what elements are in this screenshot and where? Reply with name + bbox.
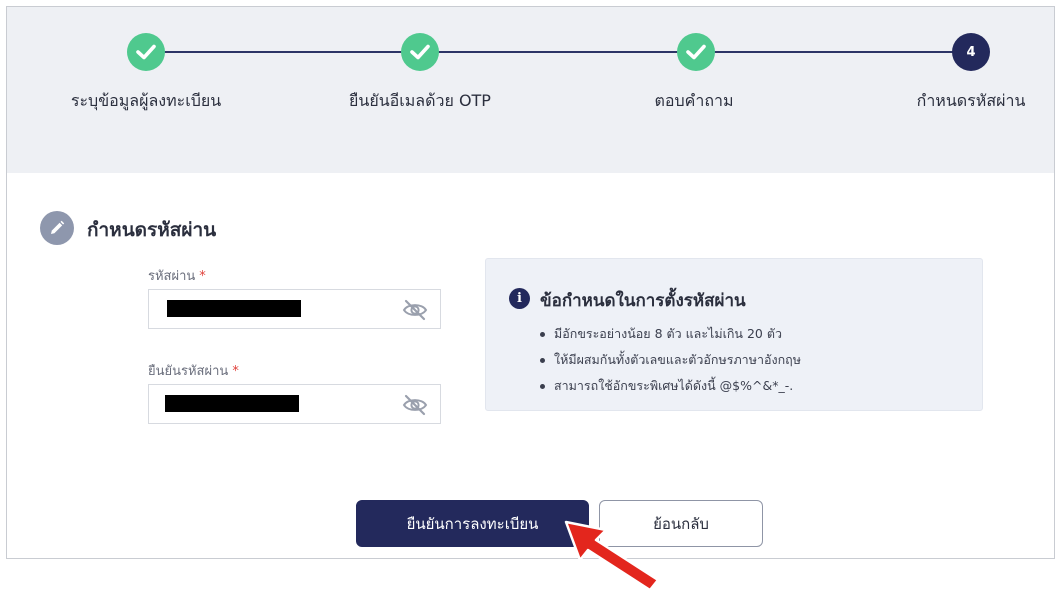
password-requirements-box: i ข้อกำหนดในการตั้งรหัสผ่าน มีอักขระอย่า…	[485, 258, 983, 411]
confirm-registration-button[interactable]: ยืนยันการลงทะเบียน	[356, 500, 589, 547]
step-4-number: 4	[952, 33, 990, 71]
eye-off-icon[interactable]	[402, 394, 428, 416]
eye-off-icon[interactable]	[402, 299, 428, 321]
password-label: รหัสผ่าน *	[148, 269, 206, 284]
step-2-check-icon	[401, 33, 439, 71]
confirm-password-label: ยืนยันรหัสผ่าน *	[148, 364, 239, 379]
section-title: กำหนดรหัสผ่าน	[87, 219, 217, 241]
info-icon: i	[509, 288, 530, 309]
step-3-check-icon	[677, 33, 715, 71]
step-connector	[697, 51, 973, 53]
requirement-item: สามารถใช้อักขระพิเศษได้ดังนี้ @$%^&*_-.	[540, 375, 801, 401]
redacted-value	[167, 300, 301, 317]
step-label-register-info: ระบุข้อมูลผู้ลงทะเบียน	[70, 91, 222, 110]
required-mark: *	[199, 269, 206, 284]
requirements-title: ข้อกำหนดในการตั้งรหัสผ่าน	[540, 291, 746, 311]
step-connector	[421, 51, 697, 53]
pencil-icon	[40, 211, 74, 245]
progress-stepper: 4 ระบุข้อมูลผู้ลงทะเบียน ยืนยันอีเมลด้วย…	[7, 7, 1054, 173]
requirement-item: มีอักขระอย่างน้อย 8 ตัว และไม่เกิน 20 ตั…	[540, 323, 801, 349]
step-1-check-icon	[127, 33, 165, 71]
step-label-verify-otp: ยืนยันอีเมลด้วย OTP	[349, 91, 491, 110]
redacted-value	[165, 395, 299, 412]
confirm-password-input[interactable]	[148, 384, 441, 424]
registration-panel: 4 ระบุข้อมูลผู้ลงทะเบียน ยืนยันอีเมลด้วย…	[6, 6, 1055, 559]
requirement-item: ให้มีผสมกันทั้งตัวเลขและตัวอักษรภาษาอังก…	[540, 349, 801, 375]
step-label-set-password: กำหนดรหัสผ่าน	[916, 91, 1026, 110]
password-input[interactable]	[148, 289, 441, 329]
step-connector	[149, 51, 421, 53]
annotation-arrow-icon	[564, 520, 660, 592]
required-mark: *	[232, 364, 239, 379]
step-label-questions: ตอบคำถาม	[654, 91, 734, 110]
requirements-list: มีอักขระอย่างน้อย 8 ตัว และไม่เกิน 20 ตั…	[540, 323, 801, 401]
